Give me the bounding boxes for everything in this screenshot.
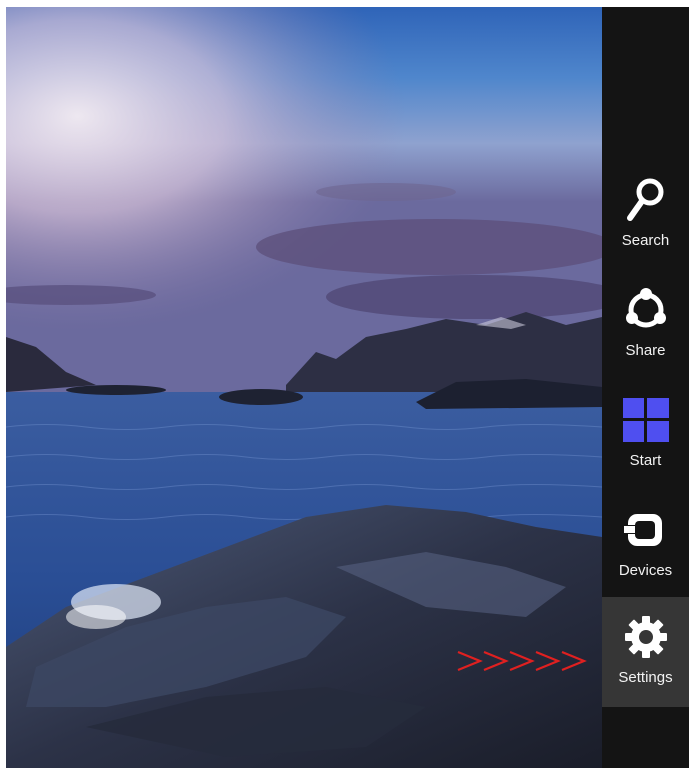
charm-label: Start [629, 452, 662, 469]
share-icon [620, 284, 672, 336]
pointer-arrows-icon [456, 649, 590, 678]
charm-search[interactable]: Search [602, 160, 689, 270]
gear-icon [620, 611, 672, 663]
charm-start[interactable]: Start [602, 380, 689, 490]
charm-settings[interactable]: Settings [602, 597, 689, 707]
charm-share[interactable]: Share [602, 270, 689, 380]
charm-label: Settings [618, 669, 673, 686]
charm-devices[interactable]: Devices [602, 490, 689, 600]
desktop-screen: Search Share Start Devices Settings [6, 7, 689, 768]
search-icon [620, 174, 672, 226]
charm-label: Search [621, 232, 670, 249]
windows-logo-icon [620, 394, 672, 446]
devices-icon [620, 504, 672, 556]
charms-bar: Search Share Start Devices Settings [602, 7, 689, 768]
charm-label: Share [625, 342, 666, 359]
charm-label: Devices [618, 562, 673, 579]
